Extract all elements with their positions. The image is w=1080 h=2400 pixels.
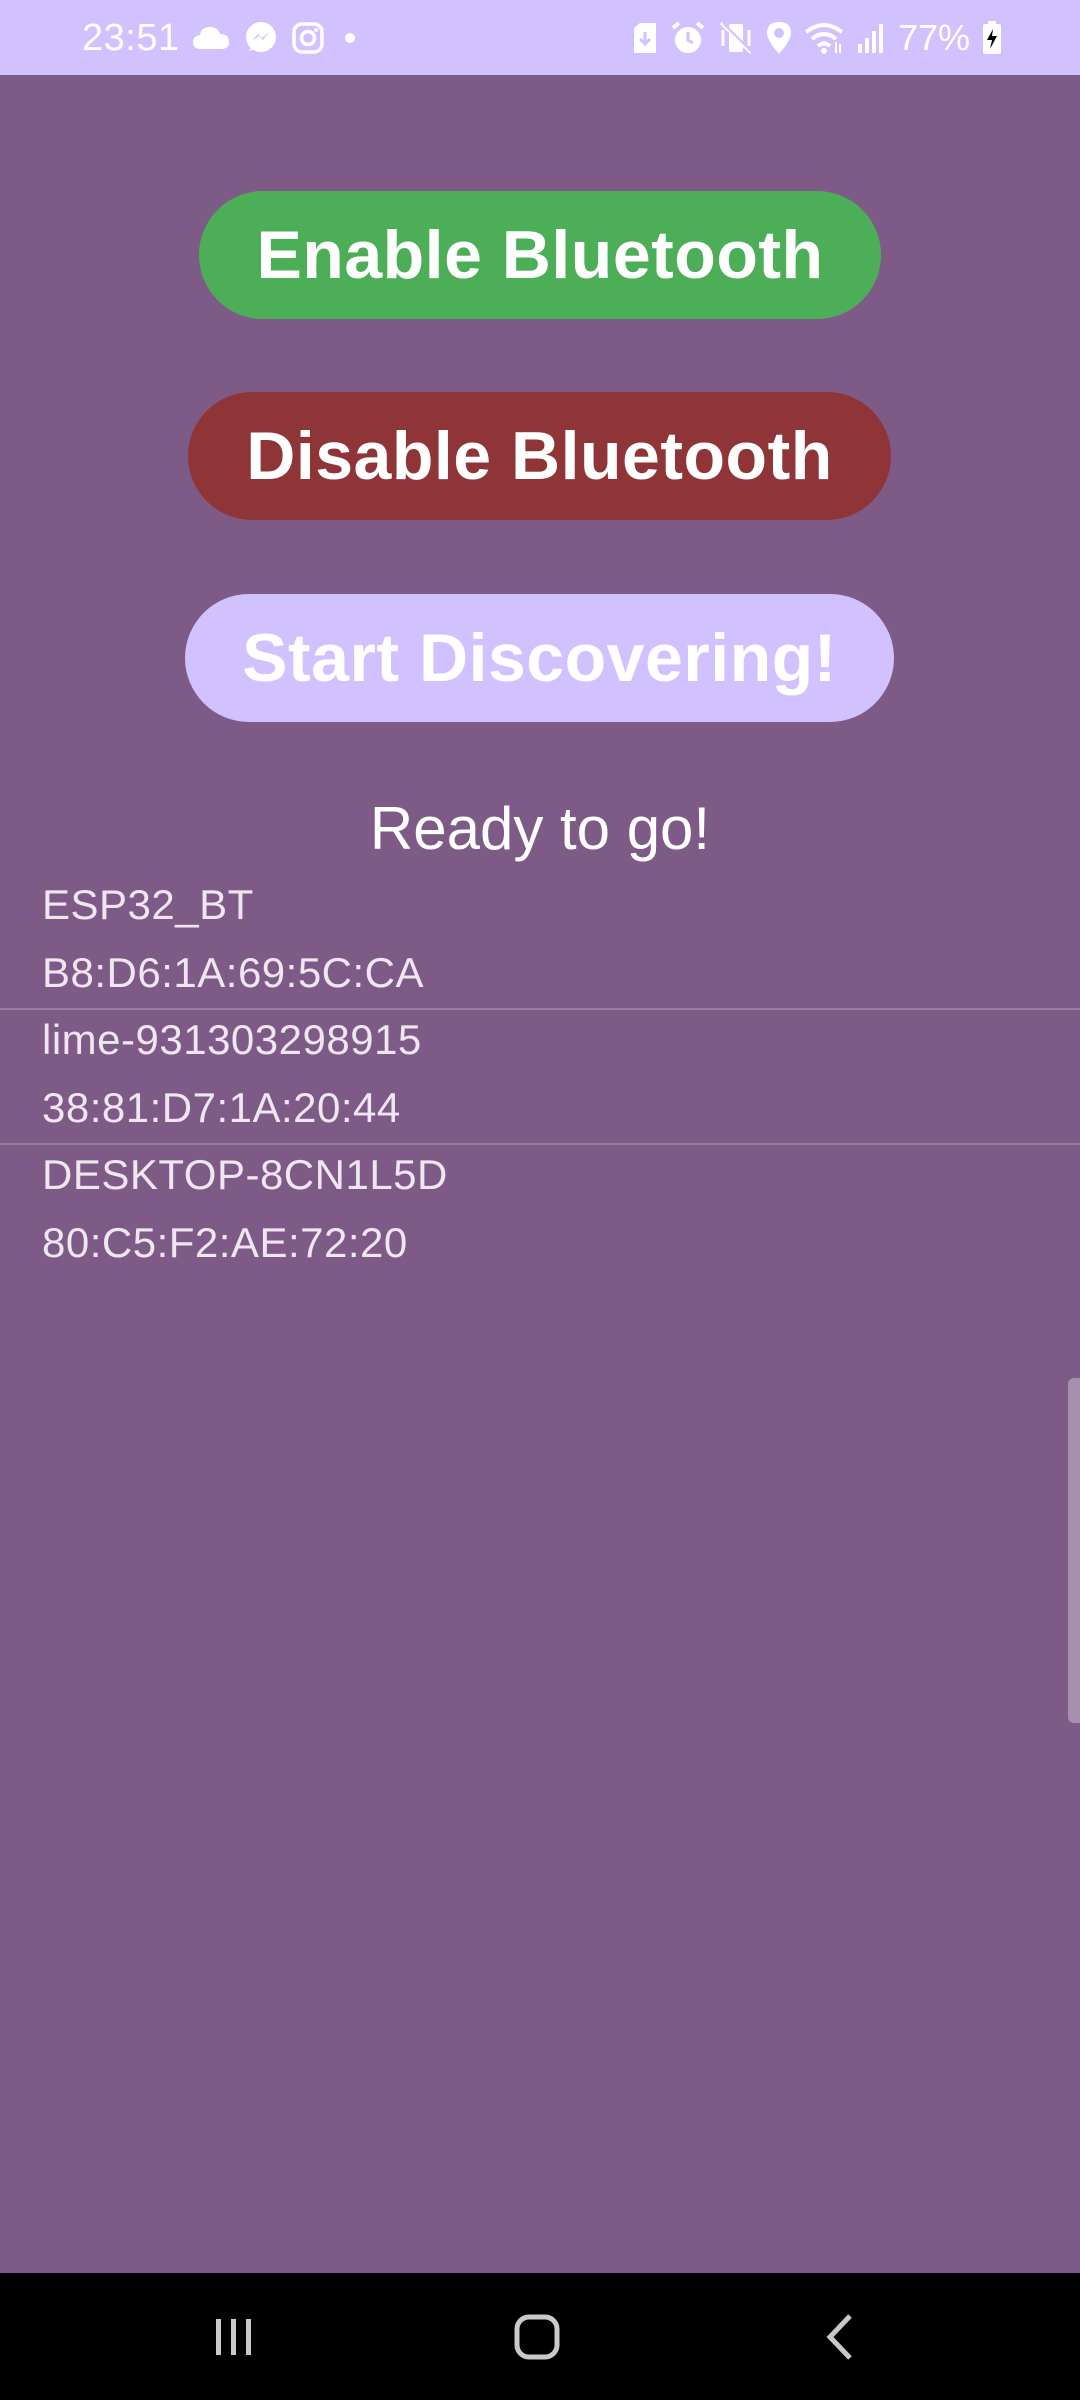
save-icon — [632, 22, 658, 54]
signal-icon — [856, 22, 886, 54]
device-list-item[interactable]: DESKTOP-8CN1L5D 80:C5:F2:AE:72:20 — [0, 1145, 1080, 1278]
disable-bluetooth-button[interactable]: Disable Bluetooth — [188, 392, 891, 520]
scrollbar[interactable] — [1068, 1378, 1080, 1723]
status-time: 23:51 — [82, 17, 180, 59]
navigation-bar — [0, 2273, 1080, 2400]
start-discovering-button[interactable]: Start Discovering! — [185, 594, 894, 722]
location-icon — [766, 21, 792, 55]
instagram-icon — [292, 22, 324, 54]
status-bar: 23:51 77% — [0, 0, 1080, 75]
back-icon[interactable] — [800, 2301, 880, 2373]
cloud-icon — [192, 25, 230, 51]
device-list-item[interactable]: ESP32_BT B8:D6:1A:69:5C:CA — [0, 875, 1080, 1010]
device-list: ESP32_BT B8:D6:1A:69:5C:CA lime-93130329… — [0, 875, 1080, 1278]
alarm-icon — [670, 20, 706, 56]
device-name: lime-931303298915 — [42, 1016, 422, 1063]
battery-charging-icon — [982, 21, 1002, 55]
system-icons: 77% — [632, 16, 1002, 60]
notification-icons — [192, 18, 362, 58]
device-address: 38:81:D7:1A:20:44 — [42, 1084, 401, 1131]
wifi-icon — [804, 22, 844, 54]
vibrate-mute-icon — [718, 20, 754, 56]
device-list-item[interactable]: lime-931303298915 38:81:D7:1A:20:44 — [0, 1010, 1080, 1145]
app-content: Enable Bluetooth Disable Bluetooth Start… — [0, 75, 1080, 2273]
device-address: B8:D6:1A:69:5C:CA — [42, 949, 425, 996]
dot-icon — [338, 32, 362, 44]
battery-percent: 77% — [897, 17, 970, 58]
home-icon[interactable] — [497, 2301, 577, 2373]
messenger-icon — [244, 21, 278, 55]
device-name: ESP32_BT — [42, 881, 254, 928]
recents-icon[interactable] — [194, 2301, 274, 2373]
status-message: Ready to go! — [369, 795, 711, 862]
device-address: 80:C5:F2:AE:72:20 — [42, 1219, 408, 1266]
enable-bluetooth-button[interactable]: Enable Bluetooth — [199, 191, 881, 319]
device-name: DESKTOP-8CN1L5D — [42, 1151, 448, 1198]
